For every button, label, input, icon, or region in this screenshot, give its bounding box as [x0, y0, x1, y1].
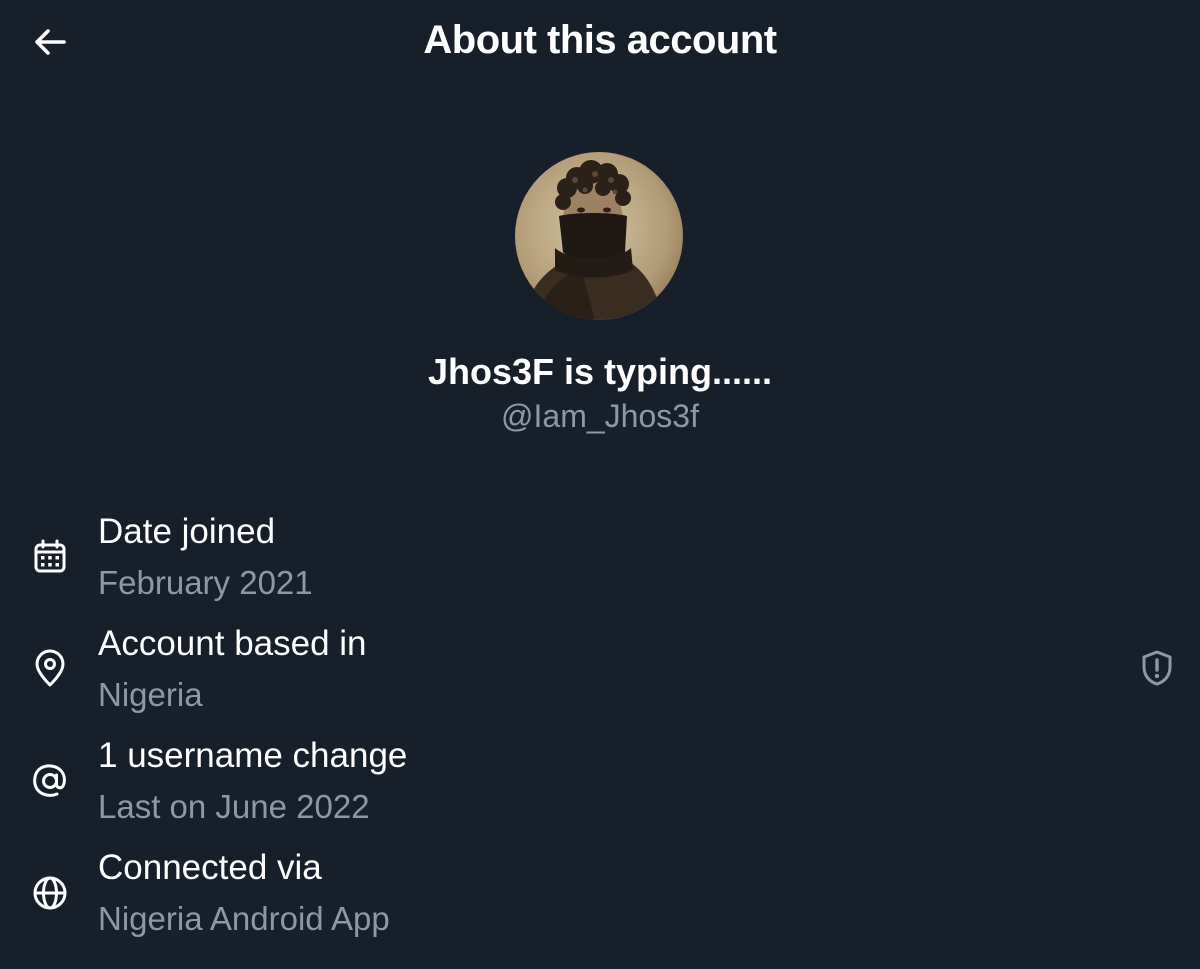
- date-joined-row: Date joined February 2021: [0, 510, 1200, 610]
- page-title: About this account: [423, 18, 777, 62]
- account-location-label: Account based in: [98, 624, 367, 663]
- date-joined-value: February 2021: [98, 564, 313, 601]
- username-change-label: 1 username change: [98, 736, 408, 775]
- at-sign-icon: [33, 764, 66, 797]
- profile-photo: [515, 152, 683, 320]
- username-change-row: 1 username change Last on June 2022: [0, 734, 1200, 834]
- username-handle: @Iam_Jhos3f: [501, 398, 699, 434]
- account-location-value: Nigeria: [98, 676, 203, 713]
- globe-icon: [33, 876, 67, 910]
- date-joined-label: Date joined: [98, 512, 276, 551]
- avatar[interactable]: [515, 152, 683, 320]
- header-bar: About this account: [0, 0, 1200, 84]
- username-change-value: Last on June 2022: [98, 788, 370, 825]
- calendar-icon: [34, 539, 66, 573]
- account-location-row: Account based in Nigeria: [0, 622, 1200, 722]
- shield-alert-icon: [1142, 650, 1172, 686]
- display-name: Jhos3F is typing......: [427, 351, 773, 392]
- connected-via-row: Connected via Nigeria Android App: [0, 846, 1200, 946]
- location-pin-icon: [35, 649, 65, 687]
- connected-via-label: Connected via: [98, 848, 322, 887]
- location-info-button[interactable]: [1134, 645, 1180, 691]
- connected-via-value: Nigeria Android App: [98, 900, 390, 937]
